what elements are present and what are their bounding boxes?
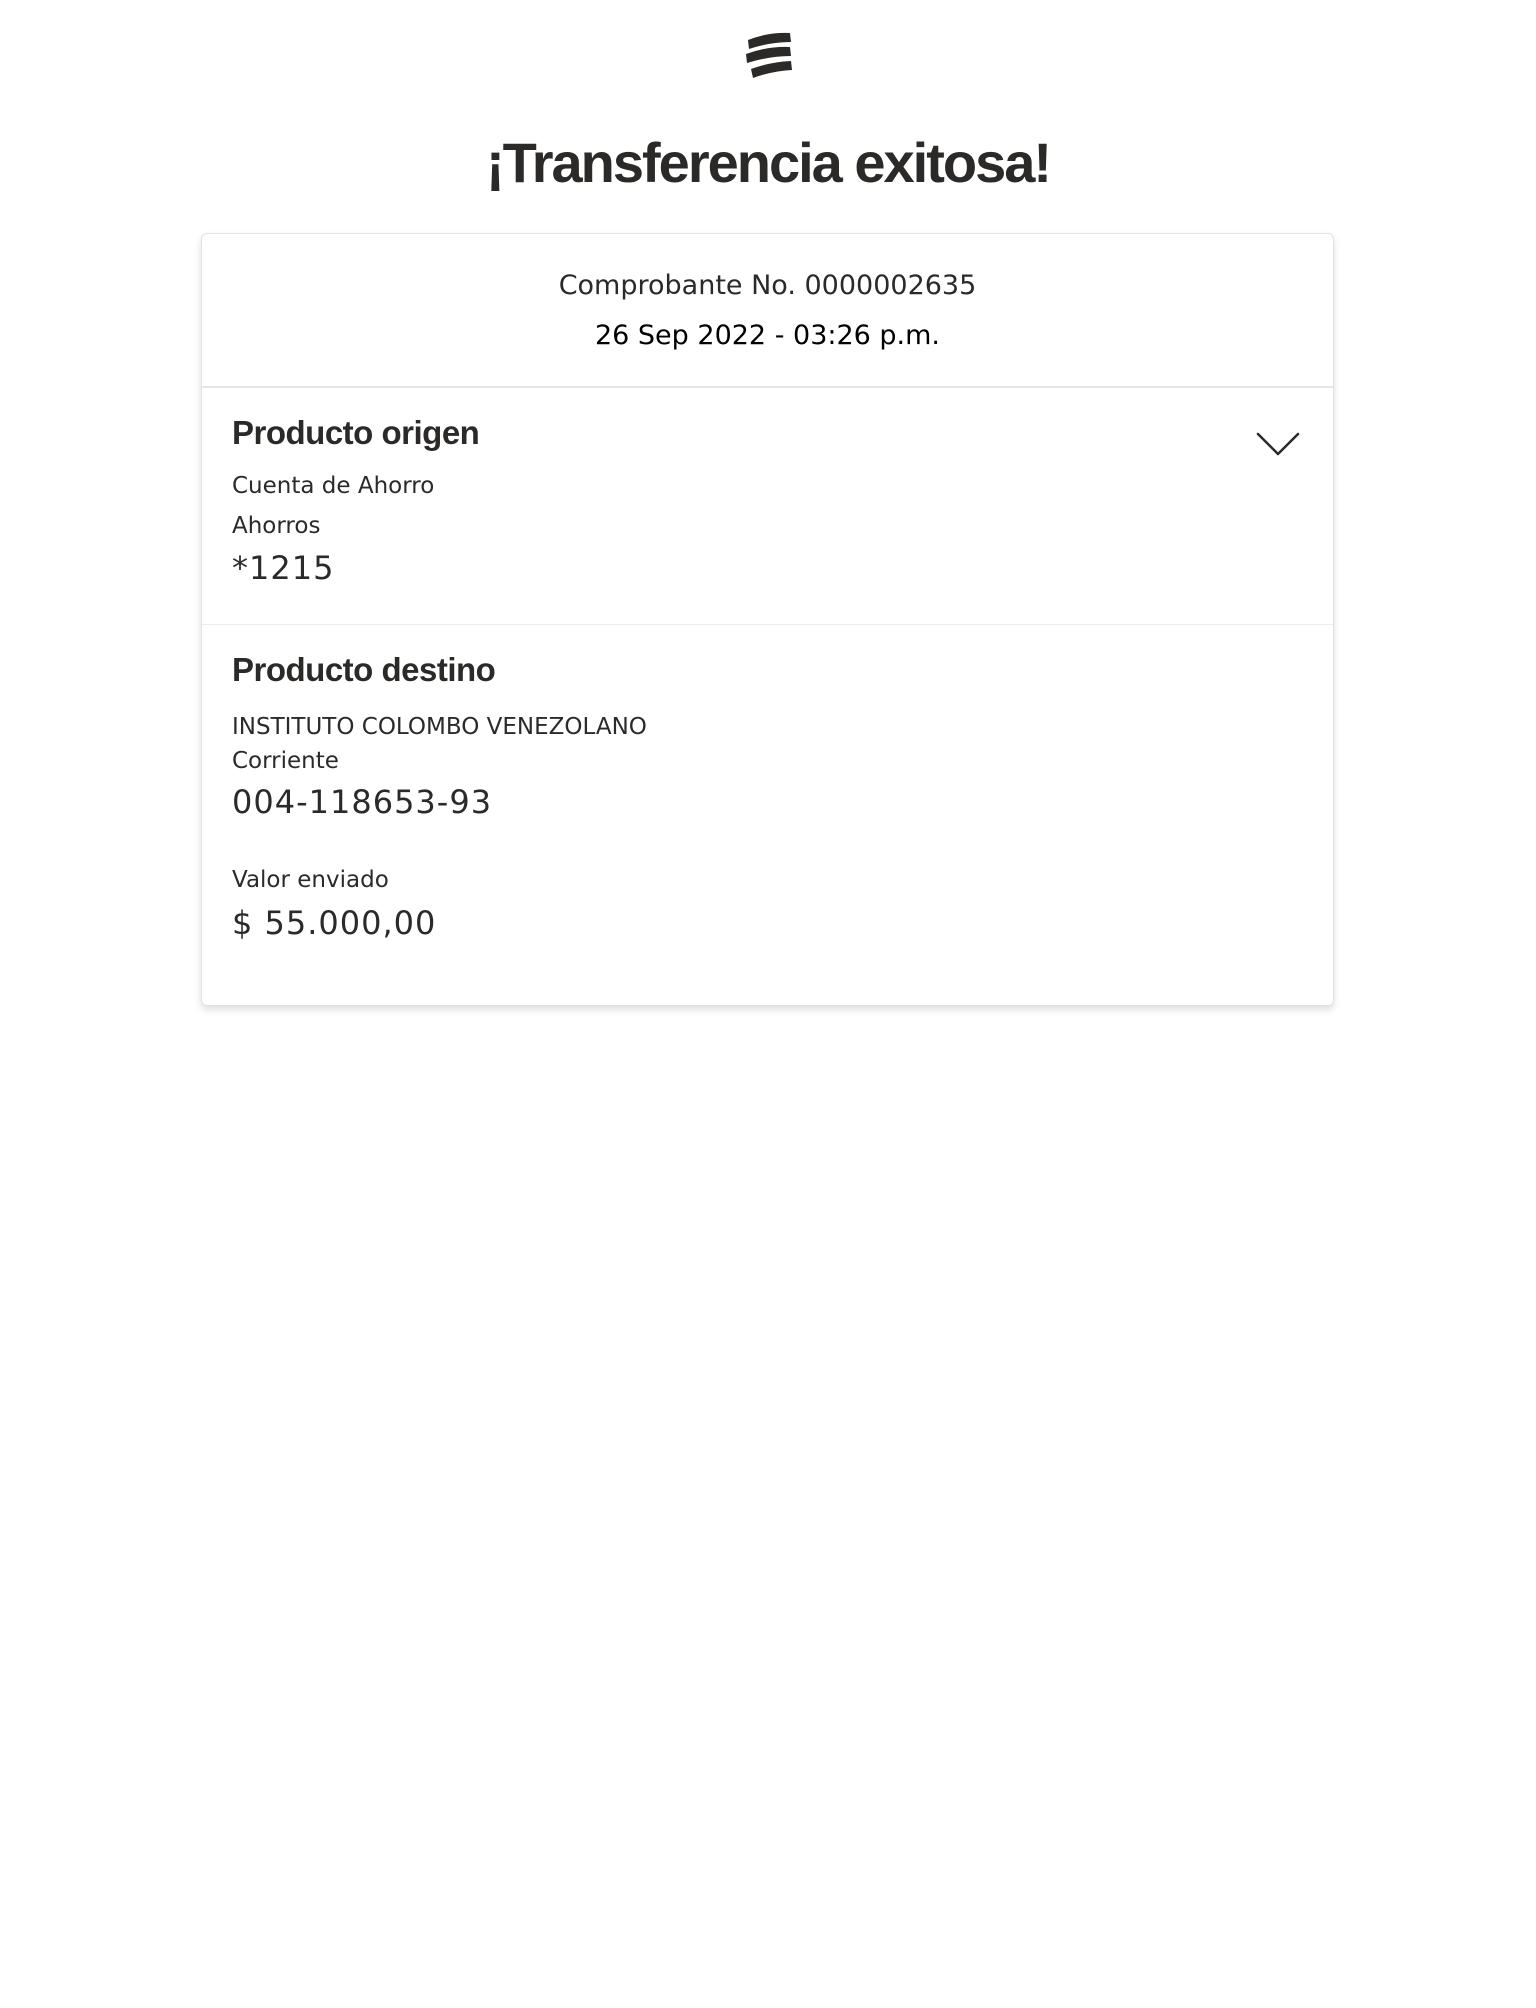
origin-account-type: Ahorros: [232, 513, 321, 539]
bank-logo-icon: [746, 32, 792, 78]
destination-account-number: 004-118653-93: [232, 783, 493, 821]
receipt-datetime: 26 Sep 2022 - 03:26 p.m.: [594, 320, 941, 351]
origin-product-section[interactable]: Producto origen Cuenta de Ahorro Ahorros…: [202, 388, 1333, 625]
amount-value: $ 55.000,00: [232, 904, 437, 942]
receipt-header: Comprobante No. 0000002635 26 Sep 2022 -…: [202, 234, 1333, 388]
destination-product-section: Producto destino INSTITUTO COLOMBO VENEZ…: [202, 625, 1333, 1005]
receipt-number: Comprobante No. 0000002635: [558, 270, 977, 301]
page-title: ¡Transferencia exitosa!: [485, 131, 1052, 194]
destination-holder-name: INSTITUTO COLOMBO VENEZOLANO: [232, 714, 647, 740]
receipt-card: Comprobante No. 0000002635 26 Sep 2022 -…: [201, 233, 1334, 1006]
origin-product-name: Cuenta de Ahorro: [232, 473, 435, 499]
destination-account-type: Corriente: [232, 748, 339, 774]
origin-section-title: Producto origen: [232, 414, 480, 451]
chevron-down-icon[interactable]: [1255, 430, 1301, 458]
destination-section-title: Producto destino: [232, 651, 496, 688]
origin-account-number: *1215: [232, 549, 335, 587]
amount-label: Valor enviado: [232, 867, 389, 893]
